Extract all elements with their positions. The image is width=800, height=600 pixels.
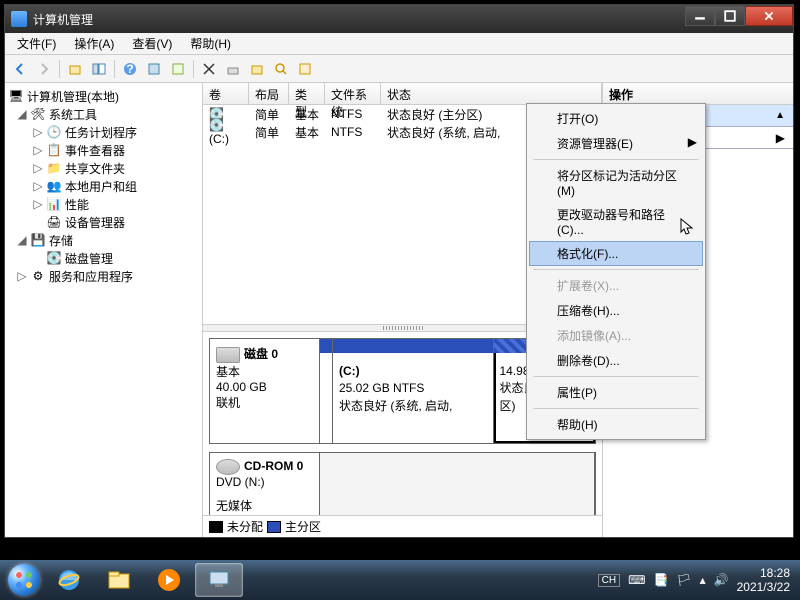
- taskbar-ie[interactable]: [45, 563, 93, 597]
- cdrom-empty: [320, 453, 595, 515]
- cdrom-info[interactable]: CD-ROM 0 DVD (N:) 无媒体: [210, 453, 320, 515]
- ctx-properties[interactable]: 属性(P): [529, 380, 703, 405]
- chevron-right-icon: ▶: [688, 135, 697, 149]
- users-icon: 👥: [47, 179, 61, 193]
- toolbar: ?: [5, 55, 793, 83]
- taskbar-explorer[interactable]: [95, 563, 143, 597]
- titlebar[interactable]: 计算机管理: [5, 5, 793, 33]
- tree-event-viewer[interactable]: ▷📋事件查看器: [7, 141, 200, 159]
- services-icon: ⚙: [31, 269, 45, 283]
- tree-root[interactable]: 🖥计算机管理(本地): [7, 87, 200, 105]
- window-title: 计算机管理: [33, 11, 685, 28]
- ctx-help[interactable]: 帮助(H): [529, 412, 703, 437]
- ctx-delete[interactable]: 删除卷(D)...: [529, 348, 703, 373]
- tree-local-users[interactable]: ▷👥本地用户和组: [7, 177, 200, 195]
- tree-disk-management[interactable]: 💽磁盘管理: [7, 249, 200, 267]
- disk-icon: [216, 347, 240, 363]
- menu-file[interactable]: 文件(F): [9, 33, 64, 54]
- ctx-explorer[interactable]: 资源管理器(E)▶: [529, 131, 703, 156]
- app-icon: [11, 11, 27, 27]
- tool-icon-5[interactable]: [270, 58, 292, 80]
- menu-help[interactable]: 帮助(H): [182, 33, 239, 54]
- forward-button[interactable]: [33, 58, 55, 80]
- triangle-up-icon: ▲: [775, 110, 785, 121]
- help-button[interactable]: ?: [119, 58, 141, 80]
- swatch-primary: [267, 521, 281, 533]
- col-status[interactable]: 状态: [381, 83, 602, 104]
- tree-services[interactable]: ▷⚙服务和应用程序: [7, 267, 200, 285]
- tool-icon-3[interactable]: [222, 58, 244, 80]
- actions-header: 操作: [603, 83, 793, 105]
- menu-action[interactable]: 操作(A): [66, 33, 122, 54]
- tray-icon[interactable]: 📑: [653, 573, 668, 587]
- ime-indicator[interactable]: CH: [598, 574, 620, 587]
- ctx-mark-active[interactable]: 将分区标记为活动分区(M): [529, 163, 703, 202]
- col-layout[interactable]: 布局: [249, 83, 289, 104]
- tool-icon[interactable]: [143, 58, 165, 80]
- cdrom-icon: [216, 459, 240, 475]
- tool-icon-4[interactable]: [246, 58, 268, 80]
- svg-text:?: ?: [126, 62, 133, 76]
- clock[interactable]: 18:28 2021/3/22: [737, 566, 790, 595]
- col-volume[interactable]: 卷: [203, 83, 249, 104]
- tools-icon: 🛠: [31, 107, 45, 121]
- refresh-button[interactable]: [198, 58, 220, 80]
- col-filesystem[interactable]: 文件系统: [325, 83, 381, 104]
- tool-icon-2[interactable]: [167, 58, 189, 80]
- close-button[interactable]: [745, 6, 793, 26]
- minimize-button[interactable]: [685, 6, 715, 26]
- nav-tree[interactable]: 🖥计算机管理(本地) ◢🛠系统工具 ▷🕒任务计划程序 ▷📋事件查看器 ▷📁共享文…: [5, 83, 203, 537]
- computer-icon: 🖥: [9, 89, 23, 103]
- system-tray[interactable]: CH ⌨ 📑 🏳 ▴ 🔊 18:28 2021/3/22: [598, 566, 796, 595]
- maximize-button[interactable]: [715, 6, 745, 26]
- keyboard-icon[interactable]: ⌨: [628, 573, 645, 587]
- disk-info[interactable]: 磁盘 0 基本 40.00 GB 联机: [210, 339, 320, 443]
- ctx-change-letter[interactable]: 更改驱动器号和路径(C)...: [529, 202, 703, 241]
- device-icon: 🖨: [47, 215, 61, 229]
- show-hide-tree-button[interactable]: [88, 58, 110, 80]
- disk-icon: 💽: [47, 251, 61, 265]
- cdrom-row: CD-ROM 0 DVD (N:) 无媒体: [209, 452, 596, 515]
- back-button[interactable]: [9, 58, 31, 80]
- windows-orb-icon: [8, 564, 40, 596]
- taskbar-computer-management[interactable]: [195, 563, 243, 597]
- partition-system-reserved[interactable]: [320, 339, 333, 443]
- legend: 未分配 主分区: [203, 515, 602, 537]
- ctx-format[interactable]: 格式化(F)...: [529, 241, 703, 266]
- ctx-shrink[interactable]: 压缩卷(H)...: [529, 298, 703, 323]
- partition-c[interactable]: (C:) 25.02 GB NTFS 状态良好 (系统, 启动,: [333, 339, 494, 443]
- col-type[interactable]: 类型: [289, 83, 325, 104]
- context-menu: 打开(O) 资源管理器(E)▶ 将分区标记为活动分区(M) 更改驱动器号和路径(…: [526, 103, 706, 440]
- chevron-right-icon: ▶: [776, 131, 785, 145]
- menu-view[interactable]: 查看(V): [124, 33, 180, 54]
- tool-icon-6[interactable]: [294, 58, 316, 80]
- ctx-open[interactable]: 打开(O): [529, 106, 703, 131]
- start-button[interactable]: [4, 562, 44, 598]
- event-icon: 📋: [47, 143, 61, 157]
- tree-device-manager[interactable]: 🖨设备管理器: [7, 213, 200, 231]
- tree-system-tools[interactable]: ◢🛠系统工具: [7, 105, 200, 123]
- swatch-unallocated: [209, 521, 223, 533]
- taskbar[interactable]: CH ⌨ 📑 🏳 ▴ 🔊 18:28 2021/3/22: [0, 560, 800, 600]
- ctx-mirror: 添加镜像(A)...: [529, 323, 703, 348]
- ctx-extend: 扩展卷(X)...: [529, 273, 703, 298]
- tree-shared-folders[interactable]: ▷📁共享文件夹: [7, 159, 200, 177]
- clock-icon: 🕒: [47, 125, 61, 139]
- tray-up-icon[interactable]: ▴: [700, 573, 706, 587]
- volume-icon[interactable]: 🔊: [714, 573, 729, 587]
- tree-task-scheduler[interactable]: ▷🕒任务计划程序: [7, 123, 200, 141]
- volume-list-header: 卷 布局 类型 文件系统 状态: [203, 83, 602, 105]
- taskbar-media-player[interactable]: [145, 563, 193, 597]
- flag-icon[interactable]: 🏳: [676, 573, 691, 587]
- volume-icon: 💽: [209, 118, 224, 132]
- folder-icon: 📁: [47, 161, 61, 175]
- storage-icon: 💾: [31, 233, 45, 247]
- perf-icon: 📊: [47, 197, 61, 211]
- up-button[interactable]: [64, 58, 86, 80]
- menubar: 文件(F) 操作(A) 查看(V) 帮助(H): [5, 33, 793, 55]
- tree-performance[interactable]: ▷📊性能: [7, 195, 200, 213]
- tree-storage[interactable]: ◢💾存储: [7, 231, 200, 249]
